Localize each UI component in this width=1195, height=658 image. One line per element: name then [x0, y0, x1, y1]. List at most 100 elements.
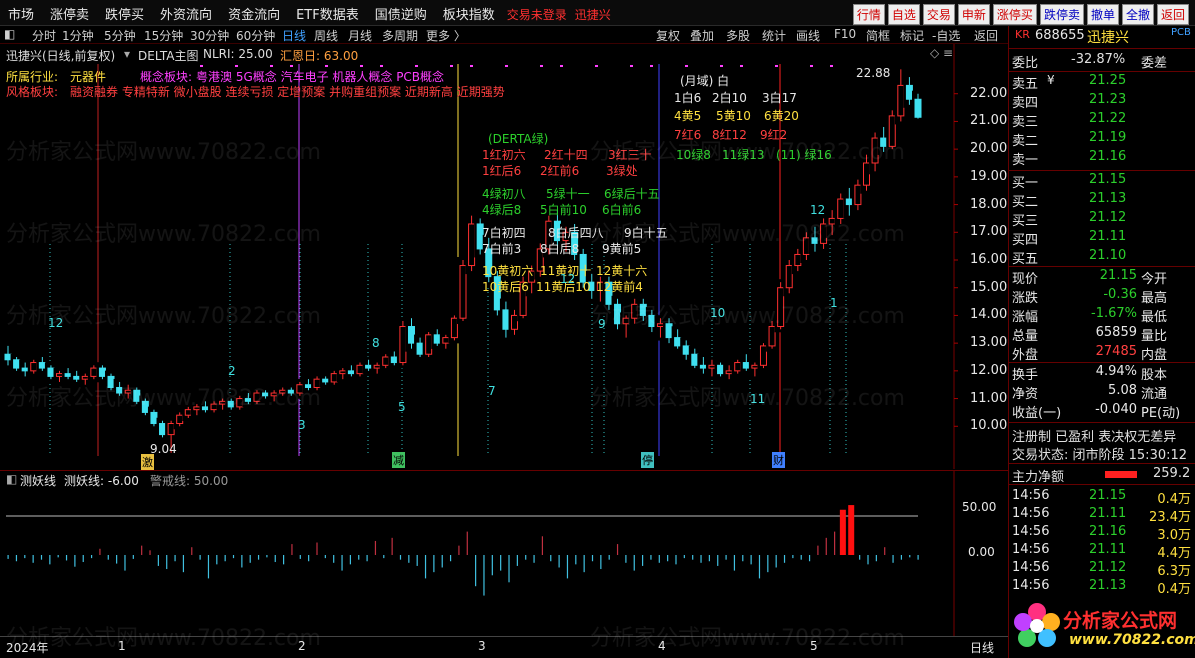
buy-level-price[interactable]: 21.11	[1089, 229, 1126, 244]
signal-dot	[740, 65, 743, 67]
limitup-buy-button[interactable]: 涨停买	[992, 4, 1037, 25]
simple-frame-button[interactable]: 简框	[866, 27, 890, 44]
chart-return-button[interactable]: 返回	[974, 27, 998, 44]
annot-red2b-b: 2红前6	[540, 164, 580, 178]
tab-15min[interactable]: 15分钟	[144, 27, 183, 44]
sub-indicator-bar	[875, 555, 877, 562]
marker-jian[interactable]: 减	[392, 452, 405, 468]
date-label-feb: 2	[298, 639, 306, 653]
pcb-tag[interactable]: PCB	[1171, 27, 1191, 38]
back-button[interactable]: 返回	[1156, 4, 1189, 25]
tab-30min[interactable]: 30分钟	[190, 27, 229, 44]
buy-level-price[interactable]: 21.13	[1089, 191, 1126, 206]
sub-indicator-name[interactable]: 测妖线	[20, 472, 56, 489]
huien-value: 汇恩日: 63.00	[280, 49, 359, 63]
sub-panel-icon[interactable]: ◧	[6, 472, 17, 486]
annot-yellow2b-c: 12黄前4	[596, 280, 643, 294]
cancel-order-button[interactable]: 撤单	[1086, 4, 1119, 25]
tab-5min[interactable]: 5分钟	[104, 27, 136, 44]
menu-item-etf-table[interactable]: ETF数据表	[288, 0, 367, 23]
login-warning[interactable]: 交易未登录	[503, 1, 571, 23]
menu-item-limitup-sell[interactable]: 涨停卖	[42, 0, 97, 23]
sell-level-price[interactable]: 21.22	[1089, 111, 1126, 126]
mark-button[interactable]: 标记	[900, 27, 924, 44]
tab-daily[interactable]: 日线	[282, 27, 306, 44]
marker-ji[interactable]: 激	[141, 454, 154, 470]
menu-item-sector-index[interactable]: 板块指数	[435, 0, 503, 23]
ipo-button[interactable]: 申新	[957, 4, 990, 25]
sub-indicator-bar	[491, 555, 493, 576]
sub-indicator-bar	[917, 555, 919, 560]
stat-label: 涨幅	[1012, 310, 1039, 325]
sub-indicator-bar	[241, 555, 243, 568]
tab-intraday[interactable]: 分时	[32, 27, 56, 44]
menu-item-limitdown-buy[interactable]: 跌停买	[97, 0, 152, 23]
cancel-all-button[interactable]: 全撤	[1121, 4, 1154, 25]
tick-time: 14:56	[1012, 560, 1050, 575]
tab-weekly[interactable]: 周线	[314, 27, 338, 44]
tick-volume: 0.4万	[1157, 492, 1191, 507]
candle-body	[450, 317, 458, 339]
multi-stock-button[interactable]: 多股	[726, 27, 750, 44]
collapse-icon[interactable]: ▾	[124, 47, 130, 61]
sub-indicator-bar	[408, 555, 410, 563]
sub-indicator-bar	[149, 550, 151, 555]
sub-indicator-bar	[107, 555, 109, 560]
sell-level-price[interactable]: 21.19	[1089, 130, 1126, 145]
candle-body	[708, 364, 716, 369]
candle-body	[433, 334, 441, 344]
stat2-value: 5.08	[1108, 383, 1137, 398]
adjust-button[interactable]: 复权	[656, 27, 680, 44]
add-watchlist-button[interactable]: -自选	[932, 27, 960, 44]
marker-cai[interactable]: 财	[772, 452, 785, 468]
tab-more[interactable]: 更多 〉	[426, 27, 466, 44]
candle-body	[888, 115, 896, 147]
sub-indicator-bar	[717, 555, 719, 566]
buy-level-price[interactable]: 21.10	[1089, 248, 1126, 263]
menu-item-repo[interactable]: 国债逆购	[367, 0, 435, 23]
tab-monthly[interactable]: 月线	[348, 27, 372, 44]
menu-item-foreign-flow[interactable]: 外资流向	[152, 0, 220, 23]
candle-body	[124, 389, 132, 394]
sub-indicator-bar	[358, 555, 360, 560]
candle-body	[442, 337, 450, 344]
yen-icon: ¥	[1047, 73, 1055, 87]
candle-body	[682, 345, 690, 355]
marker-ting[interactable]: 停	[641, 452, 654, 468]
f10-button[interactable]: F10	[834, 27, 856, 41]
candle-body	[511, 314, 519, 330]
watchlist-button[interactable]: 自选	[887, 4, 920, 25]
sub-indicator-bar	[433, 555, 435, 573]
menu-item-capital-flow[interactable]: 资金流向	[220, 0, 288, 23]
draw-line-button[interactable]: 画线	[796, 27, 820, 44]
sell-level-price[interactable]: 21.23	[1089, 92, 1126, 107]
tab-60min[interactable]: 60分钟	[236, 27, 275, 44]
quote-button[interactable]: 行情	[852, 4, 885, 25]
candle-body	[390, 356, 398, 364]
limitdown-sell-button[interactable]: 跌停卖	[1039, 4, 1084, 25]
chart-options-icon[interactable]: ◇ ≡	[930, 46, 953, 60]
sub-indicator-bar	[266, 555, 268, 558]
buy-level-price[interactable]: 21.12	[1089, 210, 1126, 225]
sell-level-price[interactable]: 21.16	[1089, 149, 1126, 164]
tab-multi-period[interactable]: 多周期	[382, 27, 418, 44]
buy-level-price[interactable]: 21.15	[1089, 172, 1126, 187]
sub-indicator-bar	[758, 555, 761, 579]
panel-toggle-icon[interactable]: ◧	[4, 27, 15, 41]
sell-level-price[interactable]: 21.25	[1089, 73, 1126, 88]
cycle-number-4: 8	[372, 336, 380, 350]
candle-body	[459, 265, 467, 319]
sub-indicator-chart[interactable]: ◧ 测妖线 测妖线: -6.00 警戒线: 50.00 50.00 0.00	[0, 470, 1008, 636]
candle-body	[373, 364, 381, 369]
signal-dot	[270, 65, 273, 67]
main-kline-chart[interactable]: 迅捷兴(日线,前复权) ▾ DELTA主图 NLRI: 25.00 汇恩日: 6…	[0, 44, 1008, 470]
tab-1min[interactable]: 1分钟	[62, 27, 94, 44]
trading-app-window: 市场 涨停卖 跌停买 外资流向 资金流向 ETF数据表 国债逆购 板块指数 交易未登录 迅捷兴 行…	[0, 0, 1195, 658]
signal-dot	[450, 65, 453, 67]
statistics-button[interactable]: 统计	[762, 27, 786, 44]
trade-button[interactable]: 交易	[922, 4, 955, 25]
indicator-name[interactable]: DELTA主图	[138, 47, 198, 64]
overlay-button[interactable]: 叠加	[690, 27, 714, 44]
annot-white1-a: 1白6	[674, 91, 702, 105]
menu-item-market[interactable]: 市场	[0, 0, 42, 23]
